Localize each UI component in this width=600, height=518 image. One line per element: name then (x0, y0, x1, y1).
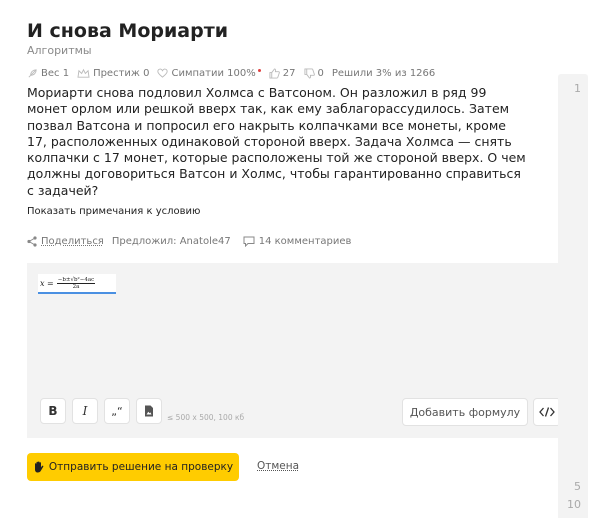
code-icon (539, 407, 555, 417)
code-button[interactable] (533, 398, 561, 426)
formula-block[interactable]: x = −b±√b²−4ac 2a (38, 274, 116, 294)
line-number: 1 (574, 82, 581, 95)
formula-numerator: −b±√b²−4ac (56, 276, 96, 284)
formula-fraction: −b±√b²−4ac 2a (56, 276, 96, 290)
bold-button[interactable]: B (40, 398, 66, 424)
quote-button[interactable]: „“ (104, 398, 130, 424)
formula-lhs: x = (40, 278, 54, 288)
cancel-link[interactable]: Отмена (257, 460, 299, 472)
italic-label: I (82, 404, 88, 418)
italic-button[interactable]: I (72, 398, 98, 424)
quote-label: „“ (111, 404, 123, 418)
likes-stat[interactable]: 27 (269, 68, 296, 79)
line-number: 10 (567, 498, 581, 511)
thumbs-up-icon (269, 67, 280, 79)
line-number-gutter: 1 5 10 (558, 74, 588, 518)
show-notes-link[interactable]: Показать примечания к условию (27, 206, 200, 217)
share-label: Поделиться (41, 236, 104, 247)
problem-meta: Поделиться Предложил: Anatole47 14 комме… (27, 236, 351, 247)
dislikes-stat[interactable]: 0 (303, 67, 324, 79)
sympathy-stat: Симпатии 100% (157, 67, 261, 79)
feather-icon (28, 68, 37, 77)
file-image-icon (145, 405, 153, 417)
solution-editor[interactable]: x = −b±√b²−4ac 2a B I „“ ≤ 500 x 500, 10… (27, 263, 561, 438)
sympathy-value: Симпатии 100% (171, 67, 256, 79)
solved-value: Решили 3% из 1266 (331, 67, 436, 79)
share-icon (27, 236, 37, 247)
comment-icon (243, 236, 255, 247)
prestige-value: Престиж 0 (93, 67, 150, 79)
add-formula-label: Добавить формулу (409, 405, 521, 419)
bold-label: B (48, 404, 58, 418)
category-link[interactable]: Алгоритмы (27, 44, 92, 57)
solved-stat: Решили 3% из 1266 (332, 68, 435, 79)
crown-icon (77, 68, 90, 78)
indicator-dot (257, 68, 261, 72)
formula-denominator: 2a (72, 283, 80, 290)
image-upload-button[interactable] (136, 398, 162, 424)
share-link[interactable]: Поделиться (27, 236, 104, 247)
comments-link[interactable]: 14 комментариев (243, 236, 352, 247)
weight-stat: Вес 1 (27, 68, 69, 79)
image-size-hint: ≤ 500 x 500, 100 кб (167, 413, 245, 422)
author-info: Предложил: Anatole47 (111, 236, 231, 247)
stats-bar: Вес 1 Престиж 0 Симпатии 100% 27 0 Решил… (27, 66, 443, 80)
weight-value: Вес 1 (41, 67, 70, 79)
page-title: И снова Мориарти (27, 20, 229, 42)
problem-statement: Мориарти снова подловил Холмса с Ватсоно… (27, 85, 526, 198)
thumbs-down-icon (303, 67, 315, 79)
line-number: 5 (574, 480, 581, 493)
add-formula-button[interactable]: Добавить формулу (402, 398, 528, 426)
comments-label: 14 комментариев (258, 236, 352, 247)
heart-icon (157, 68, 169, 78)
likes-value: 27 (282, 67, 296, 79)
dislikes-value: 0 (317, 67, 324, 79)
submit-label: Отправить решение на проверку (48, 461, 234, 473)
submit-solution-button[interactable]: Отправить решение на проверку (27, 453, 239, 481)
hand-icon (34, 461, 44, 473)
prestige-stat: Престиж 0 (77, 68, 149, 79)
